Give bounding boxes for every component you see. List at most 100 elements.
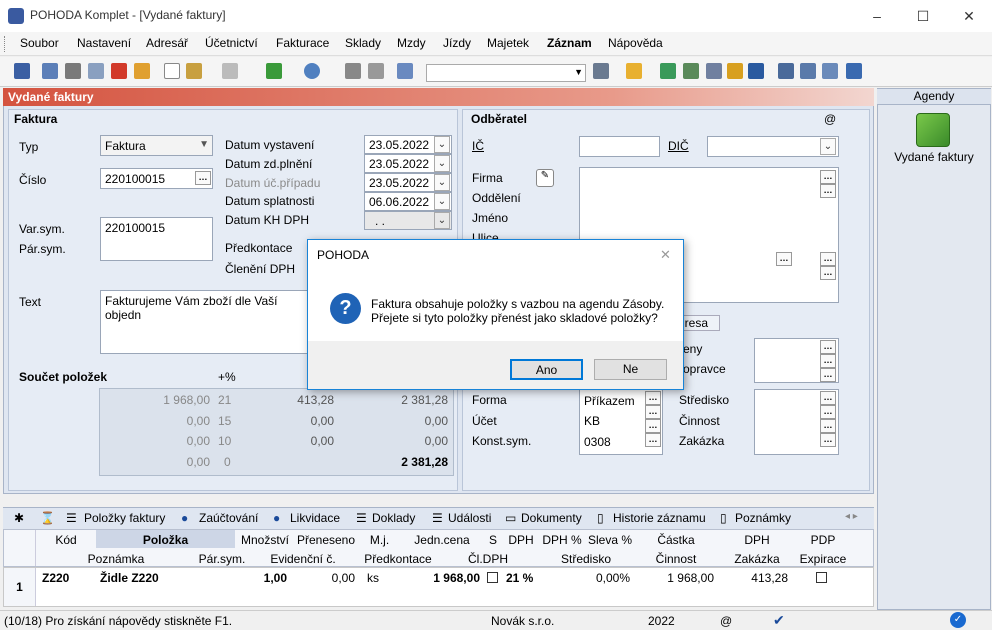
menu-zaznam[interactable]: Záznam (547, 36, 592, 50)
col-polozka[interactable]: Položka (96, 533, 235, 547)
menu-ucetnictvi[interactable]: Účetnictví (205, 36, 258, 50)
more-icon[interactable]: … (820, 266, 836, 280)
tab-udalosti[interactable]: Události (448, 511, 491, 525)
help-icon[interactable] (846, 63, 862, 79)
col-cldph[interactable]: Čl.DPH (438, 552, 538, 566)
more-icon[interactable]: … (820, 184, 836, 198)
menu-jizdy[interactable]: Jízdy (443, 36, 471, 50)
calendar-dropdown-icon[interactable]: ⌄ (434, 193, 450, 210)
col-zakazka[interactable]: Zakázka (718, 552, 796, 566)
no-button[interactable]: Ne (594, 359, 667, 380)
col-dph-pct[interactable]: DPH % (538, 533, 586, 547)
save-icon[interactable] (345, 63, 361, 79)
more-icon[interactable]: … (645, 419, 661, 433)
col-dph[interactable]: DPH (504, 533, 538, 547)
col-dph2[interactable]: DPH (718, 533, 796, 547)
more-icon[interactable]: … (820, 391, 836, 405)
dialog-close-button[interactable]: ✕ (660, 247, 671, 263)
menu-adresar[interactable]: Adresář (146, 36, 188, 50)
print-icon[interactable] (65, 63, 81, 79)
tabs-scroll-arrows[interactable]: ◂ ▸ (845, 511, 858, 522)
ic-label[interactable]: IČ (472, 139, 484, 153)
col-mj[interactable]: M.j. (357, 533, 402, 547)
menu-nastaveni[interactable]: Nastavení (77, 36, 131, 50)
dic-label[interactable]: DIČ (668, 139, 689, 153)
col-jedn-cena[interactable]: Jedn.cena (402, 533, 482, 547)
more-icon[interactable]: … (645, 391, 661, 405)
money-icon[interactable] (660, 63, 676, 79)
cell-castka[interactable]: 1 968,00 (634, 571, 714, 585)
calendar-dropdown-icon[interactable]: ⌄ (434, 212, 450, 229)
menu-sklady[interactable]: Sklady (345, 36, 381, 50)
pdf-icon[interactable] (111, 63, 127, 79)
email-at-icon[interactable]: @ (824, 112, 836, 126)
window-icon[interactable] (778, 63, 794, 79)
address-book-icon[interactable]: ✎ (536, 169, 554, 187)
iban-icon[interactable] (748, 63, 764, 79)
clipboard-icon[interactable] (397, 63, 413, 79)
col-expirace[interactable]: Expirace (796, 552, 850, 566)
col-mnozstvi[interactable]: Množství (235, 533, 295, 547)
col-sleva[interactable]: Sleva % (586, 533, 634, 547)
more-icon[interactable]: … (820, 340, 836, 354)
cell-preneseno[interactable]: 0,00 (295, 571, 355, 585)
typ-select[interactable]: Faktura ▼ (100, 135, 213, 156)
more-icon[interactable]: … (645, 405, 661, 419)
col-castka[interactable]: Částka (634, 533, 718, 547)
col-kod[interactable]: Kód (36, 533, 96, 547)
ic-input[interactable] (579, 136, 660, 157)
more-icon[interactable]: … (820, 433, 836, 447)
tab-poznamky[interactable]: Poznámky (735, 511, 791, 525)
tab-likvidace[interactable]: Likvidace (290, 511, 340, 525)
menu-napoveda[interactable]: Nápověda (608, 36, 663, 50)
export-icon[interactable] (134, 63, 150, 79)
folder-icon[interactable] (626, 63, 642, 79)
tab-zauctovani[interactable]: Zaúčtování (199, 511, 258, 525)
more-icon[interactable]: … (820, 419, 836, 433)
window-tile-icon[interactable] (822, 63, 838, 79)
more-icon[interactable]: … (820, 368, 836, 382)
invoice-agenda-icon[interactable] (916, 113, 950, 147)
preview-icon[interactable] (88, 63, 104, 79)
more-icon[interactable]: … (776, 252, 792, 266)
tab-polozky-faktury[interactable]: Položky faktury (84, 511, 165, 525)
cell-cena[interactable]: 1 968,00 (402, 571, 480, 585)
cell-dph-val[interactable]: 413,28 (718, 571, 788, 585)
col-s[interactable]: S (482, 533, 504, 547)
col-poznamka[interactable]: Poznámka (36, 552, 196, 566)
more-icon[interactable]: … (820, 252, 836, 266)
calendar-dropdown-icon[interactable]: ⌄ (434, 136, 450, 153)
chevron-down-icon[interactable]: ⌄ (820, 138, 836, 155)
status-email-icon[interactable]: @ (720, 614, 732, 628)
menu-mzdy[interactable]: Mzdy (397, 36, 426, 50)
cell-s-checkbox[interactable] (487, 572, 498, 583)
menu-soubor[interactable]: Soubor (20, 36, 59, 50)
minimize-button[interactable]: – (854, 0, 900, 32)
menu-majetek[interactable]: Majetek (487, 36, 529, 50)
grid-icon[interactable] (222, 63, 238, 79)
col-stredisko[interactable]: Středisko (538, 552, 634, 566)
copy-icon[interactable] (42, 63, 58, 79)
cell-dph[interactable]: 21 % (506, 571, 533, 585)
cash-register-icon[interactable] (683, 63, 699, 79)
cell-mj[interactable]: ks (367, 571, 379, 585)
cell-sleva[interactable]: 0,00% (586, 571, 630, 585)
filter-icon[interactable] (593, 63, 609, 79)
back-arrow-icon[interactable] (266, 63, 282, 79)
konst-value[interactable]: 0308 (584, 435, 611, 449)
tab-star-icon[interactable]: ✱ (14, 511, 24, 525)
text-input[interactable]: Fakturujeme Vám zboží dle Vaší objedn (100, 290, 310, 354)
yes-button[interactable]: Ano (510, 359, 583, 380)
cell-kod[interactable]: Z220 (42, 571, 69, 585)
close-button[interactable]: ✕ (946, 0, 992, 32)
row-index[interactable]: 1 (4, 568, 36, 606)
more-icon[interactable]: … (820, 405, 836, 419)
tab-dokumenty[interactable]: Dokumenty (521, 511, 582, 525)
filter-icon[interactable]: ⌛ (40, 511, 55, 525)
menu-fakturace[interactable]: Fakturace (276, 36, 329, 50)
cell-polozka[interactable]: Židle Z220 (100, 571, 159, 585)
more-icon[interactable]: … (645, 433, 661, 447)
agenda-vydane-faktury[interactable]: Vydané faktury (877, 150, 991, 164)
cell-pdp-checkbox[interactable] (816, 572, 827, 583)
sign-icon[interactable]: ✔ (773, 612, 785, 629)
